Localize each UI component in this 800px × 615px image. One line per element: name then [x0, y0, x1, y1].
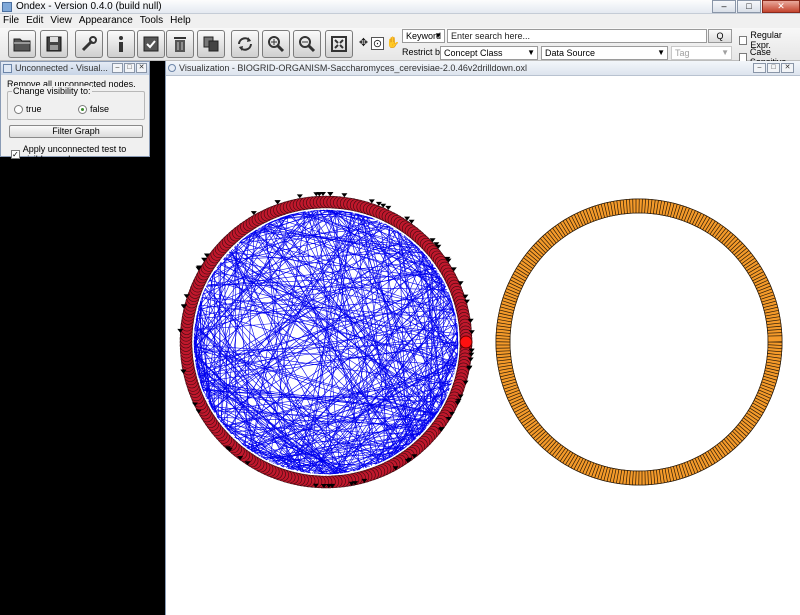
chevron-down-icon: ▼	[657, 48, 665, 57]
info-icon	[119, 36, 123, 52]
graph-canvas[interactable]	[166, 76, 800, 615]
apply-visible-checkbox[interactable]: ✓ Apply unconnected test to visible grap…	[11, 144, 149, 164]
zoom-in-button[interactable]	[262, 30, 290, 58]
save-icon	[46, 36, 62, 52]
visualization-maximize-button[interactable]: □	[767, 63, 780, 73]
unconnected-node-ring	[495, 198, 783, 486]
tools-button[interactable]	[75, 30, 103, 58]
apply-visible-checkbox-box[interactable]: ✓	[11, 149, 20, 159]
unconnected-filter-dialog: Unconnected - Visual... – □ ✕ Remove all…	[0, 61, 150, 164]
window-title: Ondex - Version 0.4.0 (build null)	[16, 1, 162, 12]
visualization-minimize-button[interactable]: –	[753, 63, 766, 73]
unconnected-node	[767, 335, 783, 343]
open-icon	[13, 38, 31, 52]
chevron-down-icon: ▼	[527, 48, 535, 57]
minimize-button[interactable]: –	[712, 0, 736, 13]
visualization-close-button[interactable]: ✕	[781, 63, 794, 73]
maximize-button[interactable]: □	[737, 0, 761, 13]
fit-view-button[interactable]	[325, 30, 353, 58]
radio-true-dot[interactable]	[14, 104, 23, 114]
visibility-group: Change visibility to: true false	[7, 86, 145, 120]
radio-true[interactable]: true	[14, 104, 42, 114]
copy-icon	[203, 36, 219, 52]
dialog-titlebar[interactable]: Unconnected - Visual... – □ ✕	[1, 62, 149, 75]
zoom-out-icon	[299, 36, 316, 53]
search-mode-select[interactable]: Keyword ▼	[402, 29, 445, 43]
delete-button[interactable]	[166, 30, 194, 58]
open-button[interactable]	[8, 30, 36, 58]
info-button[interactable]	[107, 30, 135, 58]
window-controls: – □ ✕	[711, 0, 800, 14]
move-icon: ✥	[358, 37, 369, 49]
regex-checkbox-box[interactable]	[739, 35, 748, 45]
hand-icon: ✋	[386, 37, 400, 49]
refresh-icon	[238, 37, 252, 51]
move-mode-button[interactable]: ✥	[357, 37, 370, 50]
dialog-title: Unconnected - Visual...	[15, 63, 108, 73]
edge-arrowhead	[341, 193, 348, 198]
menu-appearance[interactable]: Appearance	[79, 14, 133, 28]
close-button[interactable]: ✕	[762, 0, 800, 13]
select-all-button[interactable]	[137, 30, 165, 58]
select-mode-button[interactable]: ⊙	[371, 37, 384, 50]
concept-class-value: Concept Class	[444, 48, 503, 58]
trash-icon	[174, 37, 186, 52]
graph-edge	[212, 244, 415, 411]
tools-icon	[81, 36, 97, 52]
menu-edit[interactable]: Edit	[26, 14, 43, 28]
select-icon: ⊙	[372, 38, 383, 50]
menu-bar: File Edit View Appearance Tools Help	[0, 14, 800, 28]
radio-false[interactable]: false	[78, 104, 109, 114]
chevron-down-icon: ▼	[721, 48, 729, 57]
save-button[interactable]	[40, 30, 68, 58]
menu-help[interactable]: Help	[170, 14, 191, 28]
menu-tools[interactable]: Tools	[140, 14, 163, 28]
zoom-in-icon	[268, 36, 285, 53]
zoom-out-button[interactable]	[293, 30, 321, 58]
app-icon	[2, 2, 12, 12]
data-source-value: Data Source	[545, 48, 596, 58]
refresh-button[interactable]	[231, 30, 259, 58]
visualization-titlebar[interactable]: Visualization - BIOGRID-ORGANISM-Sacchar…	[166, 61, 800, 76]
dialog-maximize-button[interactable]: □	[124, 63, 135, 73]
graph-edges	[193, 209, 459, 475]
selected-node[interactable]	[459, 335, 473, 349]
visibility-legend: Change visibility to:	[12, 86, 92, 96]
visualization-title: Visualization - BIOGRID-ORGANISM-Sacchar…	[179, 63, 527, 73]
filter-graph-button[interactable]: Filter Graph	[9, 125, 143, 138]
visualization-controls: – □ ✕	[753, 63, 794, 73]
menu-file[interactable]: File	[3, 14, 19, 28]
concept-class-select[interactable]: Concept Class ▼	[440, 46, 538, 60]
edge-arrowhead	[327, 192, 334, 197]
dialog-controls: – □ ✕	[112, 63, 147, 73]
radio-false-label: false	[90, 104, 110, 114]
search-input[interactable]: Enter search here...	[447, 29, 707, 43]
copy-button[interactable]	[197, 30, 225, 58]
apply-visible-label: Apply unconnected test to visible graph	[22, 144, 127, 164]
tag-value: Tag	[675, 48, 690, 58]
data-source-select[interactable]: Data Source ▼	[541, 46, 668, 60]
chevron-down-icon: ▼	[434, 31, 442, 40]
window-titlebar: Ondex - Version 0.4.0 (build null) – □ ✕	[0, 0, 800, 14]
radio-false-dot[interactable]	[78, 104, 87, 114]
fit-icon	[331, 36, 347, 52]
tag-select[interactable]: Tag ▼	[671, 46, 732, 60]
visualization-window: Visualization - BIOGRID-ORGANISM-Sacchar…	[165, 61, 800, 615]
dialog-icon	[3, 64, 12, 73]
hand-mode-button[interactable]: ✋	[386, 37, 400, 50]
dialog-minimize-button[interactable]: –	[112, 63, 123, 73]
search-icon: Q	[716, 31, 724, 41]
radio-true-label: true	[26, 104, 42, 114]
search-button[interactable]: Q	[708, 29, 732, 43]
checkbox-icon	[143, 36, 159, 52]
menu-view[interactable]: View	[50, 14, 72, 28]
visualization-icon	[168, 64, 176, 72]
dialog-close-button[interactable]: ✕	[136, 63, 147, 73]
graph-edge	[275, 221, 381, 465]
